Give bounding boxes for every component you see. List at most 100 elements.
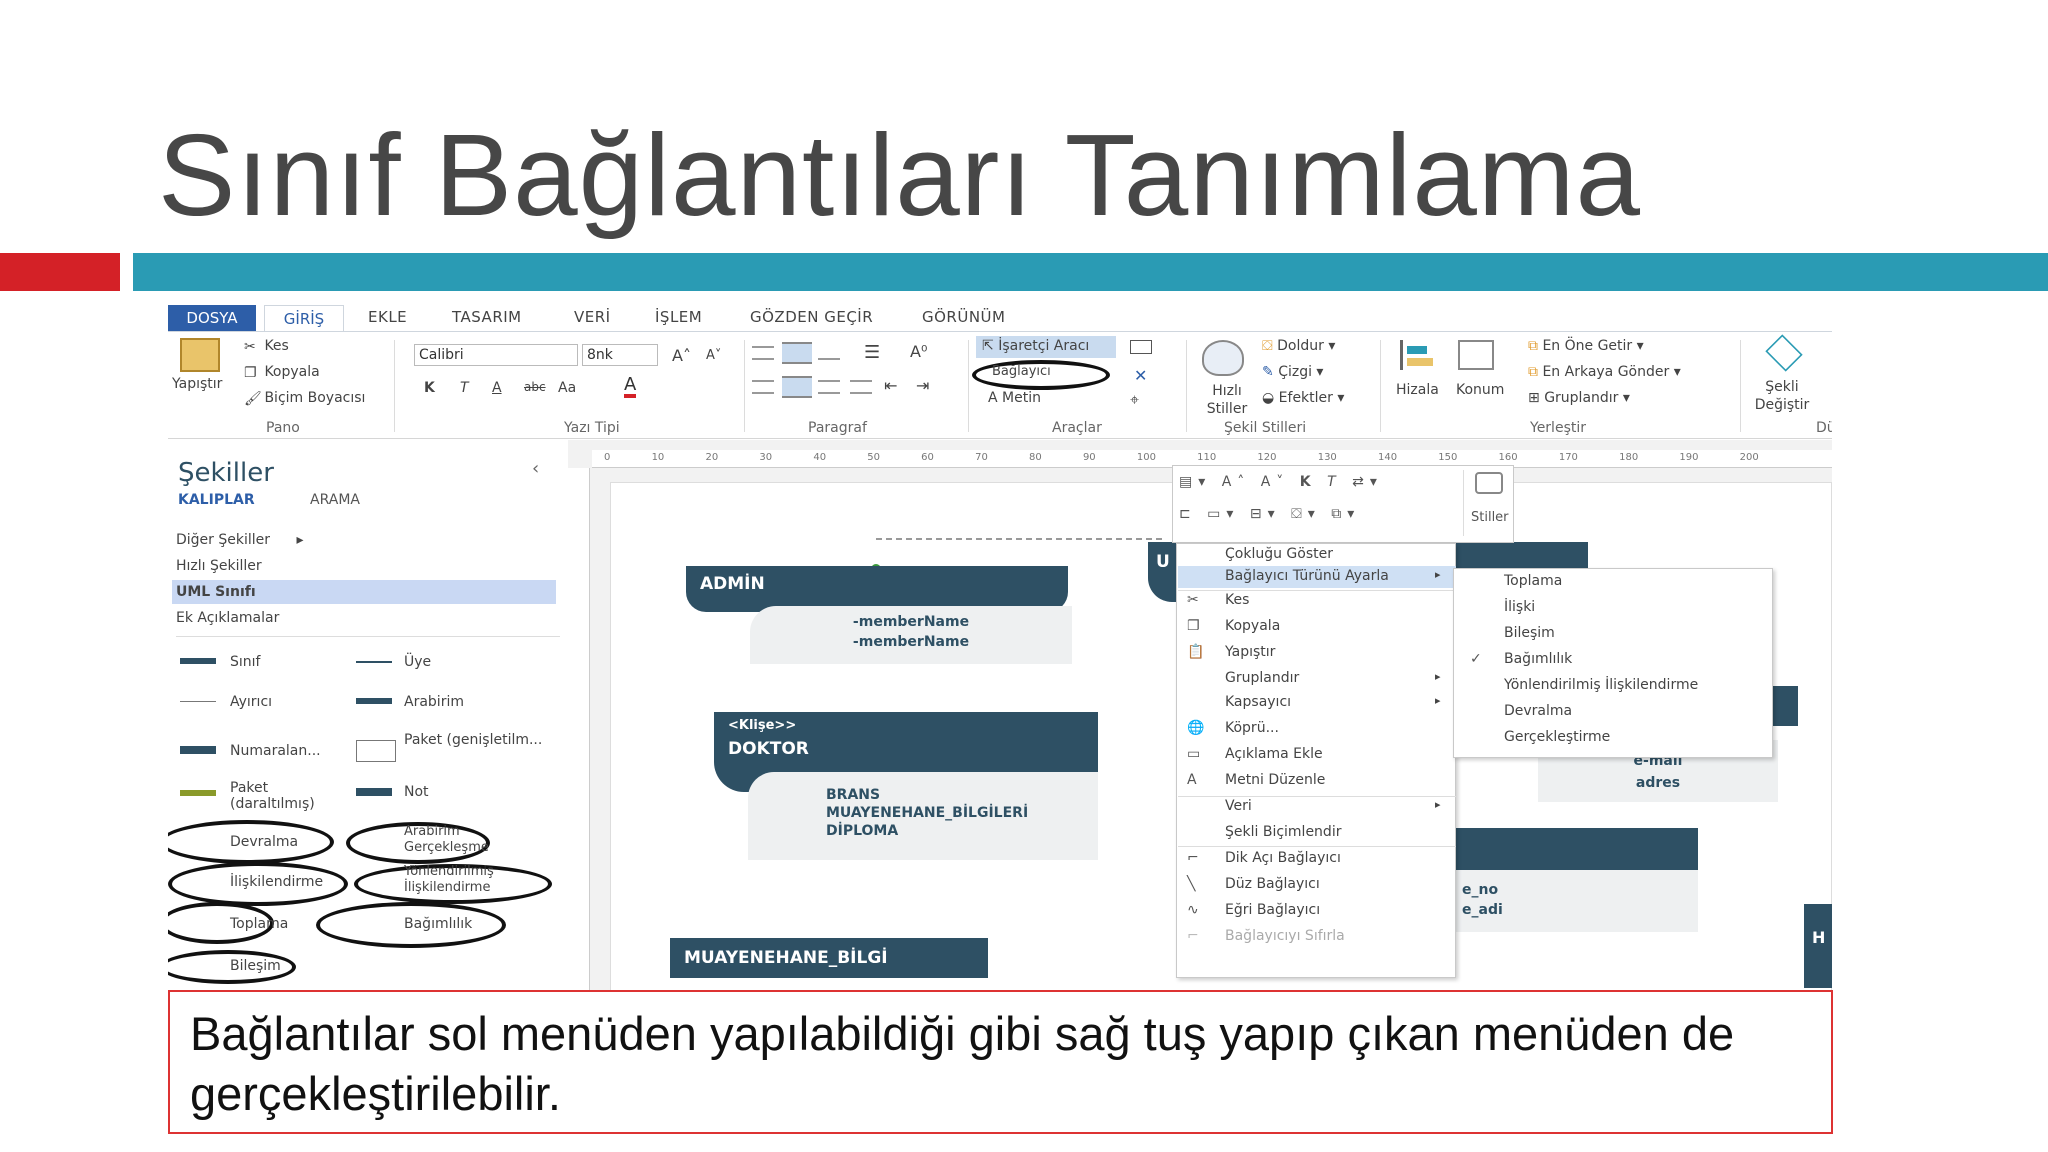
tab-gozden-gecir[interactable]: GÖZDEN GEÇİR — [750, 308, 873, 326]
quick-styles-button[interactable]: Hızlı Stiller — [1202, 382, 1252, 418]
quick-styles-icon[interactable] — [1202, 340, 1244, 376]
align-middle-icon[interactable] — [782, 342, 812, 364]
menu-item-kapsayici[interactable]: Kapsayıcı — [1225, 694, 1291, 710]
dashed-connector[interactable] — [876, 538, 1162, 540]
menu-item-veri[interactable]: Veri — [1225, 798, 1252, 814]
shape-iliskilendirme[interactable]: İlişkilendirme — [230, 874, 323, 890]
category-diger-sekiller[interactable]: Diğer Şekiller ▸ — [176, 532, 304, 548]
change-shape-button[interactable]: Şekli Değiştir — [1752, 378, 1812, 414]
class-right-header[interactable] — [1772, 686, 1798, 726]
shape-yonlendirilmis-iliskilendirme[interactable]: Yönlendirilmiş İlişkilendirme — [404, 864, 544, 896]
position-button[interactable]: Konum — [1456, 382, 1504, 398]
fill-button[interactable]: ⛋ Doldur ▾ — [1262, 338, 1335, 354]
shape-numaralandirma[interactable]: Numaralan... — [230, 743, 321, 759]
shape-bagimlilik[interactable]: Bağımlılık — [404, 916, 472, 932]
shape-arabirim[interactable]: Arabirim — [404, 694, 464, 710]
class-right2-header[interactable] — [1452, 828, 1698, 870]
menu-item-gruplandir[interactable]: Gruplandır — [1225, 670, 1299, 686]
font-color-icon[interactable]: A — [624, 376, 637, 398]
tab-veri[interactable]: VERİ — [574, 308, 611, 326]
submenu-item-bagimlilik[interactable]: Bağımlılık — [1504, 651, 1572, 667]
submenu-item-yonlendirilmis[interactable]: Yönlendirilmiş İlişkilendirme — [1504, 677, 1698, 693]
underline-button[interactable]: A — [492, 380, 502, 396]
class-admin-body[interactable]: -memberName -memberName — [750, 606, 1072, 664]
shape-devralma[interactable]: Devralma — [230, 834, 298, 850]
submenu-item-iliski[interactable]: İlişki — [1504, 599, 1535, 615]
paste-button[interactable]: Yapıştır — [172, 376, 222, 392]
tab-dosya[interactable]: DOSYA — [168, 305, 256, 331]
menu-item-egri[interactable]: Eğri Bağlayıcı — [1225, 902, 1320, 918]
shape-arabirim-gerceklesme[interactable]: Arabirim Gerçekleşme — [404, 824, 514, 856]
shrink-font-icon[interactable]: A˅ — [706, 348, 721, 363]
align-center-icon[interactable] — [782, 376, 812, 398]
strikethrough-button[interactable]: abc — [524, 380, 546, 394]
submenu-item-toplama[interactable]: Toplama — [1504, 573, 1562, 589]
menu-item-sekli-bicimlendir[interactable]: Şekli Biçimlendir — [1225, 824, 1341, 840]
connector-tool-button[interactable]: Bağlayıcı — [992, 364, 1051, 379]
shape-not[interactable]: Not — [404, 784, 429, 800]
menu-item-duz[interactable]: Düz Bağlayıcı — [1225, 876, 1320, 892]
change-shape-icon[interactable] — [1765, 334, 1803, 372]
menu-item-kopyala[interactable]: Kopyala — [1225, 618, 1280, 634]
mini-toolbar-row2[interactable]: ⊏ ▭▾ ⊟▾ ⛋▾ ⧉▾ — [1179, 506, 1360, 522]
shape-ayirici[interactable]: Ayırıcı — [230, 694, 272, 710]
class-doktor-body[interactable]: BRANS MUAYENEHANE_BİLGİLERİ DİPLOMA — [748, 772, 1098, 860]
submenu-item-gerceklestirme[interactable]: Gerçekleştirme — [1504, 729, 1610, 745]
class-right2-body[interactable]: e_no e_adi — [1452, 870, 1698, 932]
class-h-header[interactable]: H — [1804, 904, 1832, 988]
bold-button[interactable]: K — [424, 380, 435, 396]
align-right-icon[interactable] — [818, 380, 840, 394]
shape-paket-daraltilmis[interactable]: Paket (daraltılmış) — [230, 780, 340, 812]
change-case-button[interactable]: Aa — [558, 380, 576, 396]
format-painter-button[interactable]: 🖌 Biçim Boyacısı — [244, 390, 365, 407]
category-uml-sinifi[interactable]: UML Sınıfı — [176, 584, 256, 600]
close-icon[interactable]: ✕ — [1134, 366, 1147, 385]
font-size-select[interactable]: 8nk — [582, 344, 658, 366]
decrease-indent-icon[interactable]: ⇤ — [884, 376, 897, 395]
submenu-item-bilesim[interactable]: Bileşim — [1504, 625, 1555, 641]
menu-item-kopru[interactable]: Köprü... — [1225, 720, 1279, 736]
tab-islem[interactable]: İŞLEM — [655, 308, 702, 326]
tab-arama[interactable]: ARAMA — [310, 492, 360, 508]
menu-item-dik-aci[interactable]: Dik Açı Bağlayıcı — [1225, 850, 1341, 866]
effects-button[interactable]: ◒ Efektler ▾ — [1262, 390, 1344, 406]
shape-uye[interactable]: Üye — [404, 654, 431, 670]
font-family-select[interactable]: Calibri — [414, 344, 578, 366]
crop-icon[interactable]: ⌖ — [1130, 390, 1139, 410]
submenu-item-devralma[interactable]: Devralma — [1504, 703, 1572, 719]
paste-icon[interactable] — [180, 338, 220, 372]
menu-item-aciklama-ekle[interactable]: Açıklama Ekle — [1225, 746, 1323, 762]
mini-toolbar-row1[interactable]: ▤▾ A˄ A˅ K T ⇄▾ — [1179, 474, 1383, 490]
grow-font-icon[interactable]: A˄ — [672, 346, 691, 365]
justify-icon[interactable] — [850, 380, 872, 394]
tab-kaliplar[interactable]: KALIPLAR — [178, 492, 255, 508]
align-bottom-icon[interactable] — [818, 346, 840, 360]
group-button[interactable]: ⊞ Gruplandır ▾ — [1528, 390, 1630, 406]
menu-item-yapistir[interactable]: Yapıştır — [1225, 644, 1275, 660]
position-icon[interactable] — [1458, 340, 1494, 370]
align-left-icon[interactable] — [752, 380, 774, 394]
line-button[interactable]: ✎ Çizgi ▾ — [1262, 364, 1323, 380]
class-muayenehane-header[interactable]: MUAYENEHANE_BİLGİ — [670, 938, 988, 978]
menu-item-metni-duzenle[interactable]: Metni Düzenle — [1225, 772, 1325, 788]
shape-paket-genisletilmis[interactable]: Paket (genişletilm... — [404, 732, 554, 748]
tab-tasarim[interactable]: TASARIM — [452, 308, 522, 326]
bring-front-button[interactable]: ⧉ En Öne Getir ▾ — [1528, 338, 1644, 354]
cut-button[interactable]: ✂ Kes — [244, 338, 289, 355]
tab-giris[interactable]: GİRİŞ — [264, 305, 344, 331]
shape-sinif[interactable]: Sınıf — [230, 654, 260, 670]
pointer-tool-button[interactable]: ⇱ İşaretçi Aracı — [982, 338, 1089, 354]
align-button[interactable]: Hizala — [1396, 382, 1439, 398]
menu-item-cokluk[interactable]: Çokluğu Göster — [1225, 546, 1333, 562]
increase-indent-icon[interactable]: ⇥ — [916, 376, 929, 395]
text-size-icon[interactable]: A⁰ — [910, 342, 927, 361]
styles-button[interactable]: Stiller — [1471, 510, 1509, 525]
shape-toplama[interactable]: Toplama — [230, 916, 288, 932]
menu-item-baglayici-turu[interactable]: Bağlayıcı Türünü Ayarla — [1225, 568, 1389, 584]
text-tool-button[interactable]: A Metin — [988, 390, 1041, 406]
send-back-button[interactable]: ⧉ En Arkaya Gönder ▾ — [1528, 364, 1681, 380]
category-ek-aciklamalar[interactable]: Ek Açıklamalar — [176, 610, 279, 626]
collapse-icon[interactable]: ‹ — [532, 458, 539, 479]
shape-bilesim[interactable]: Bileşim — [230, 958, 281, 974]
bullets-icon[interactable]: ☰ — [864, 342, 880, 363]
